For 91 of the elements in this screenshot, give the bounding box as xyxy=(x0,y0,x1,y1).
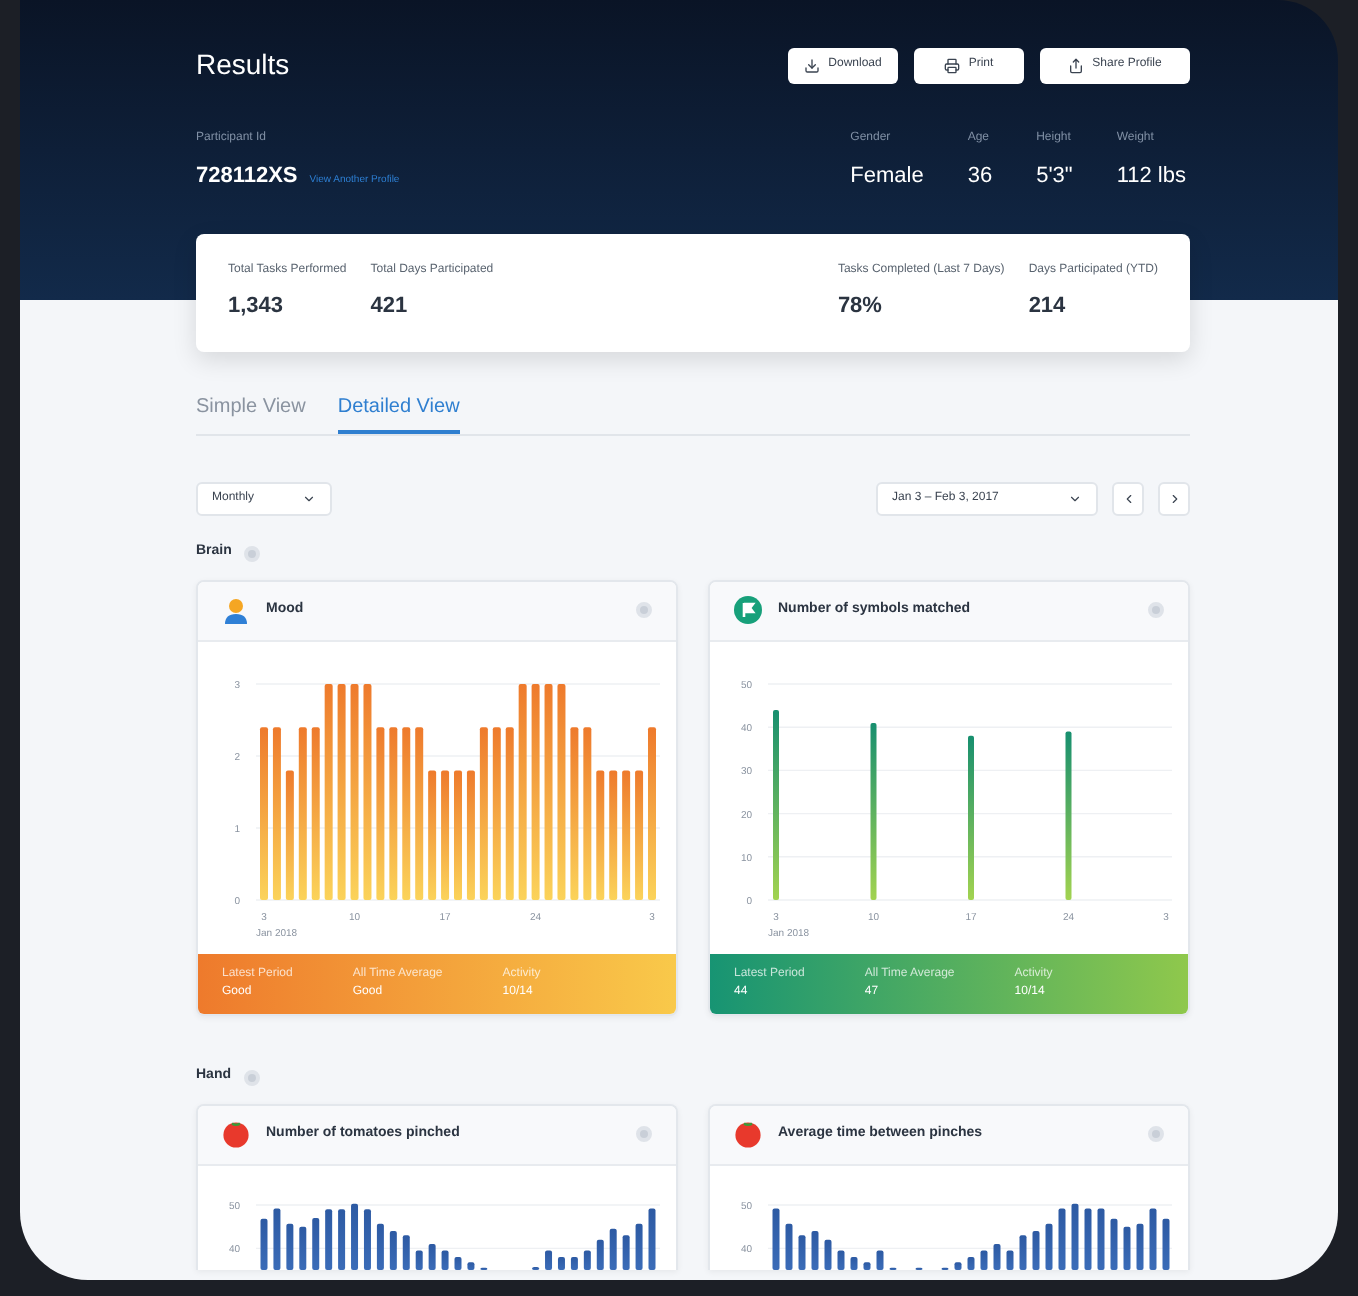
chevron-left-icon xyxy=(1121,491,1135,505)
stat-value: 78% xyxy=(837,291,884,322)
participant-id: 728112XS xyxy=(196,162,298,192)
chart-bar xyxy=(1084,1207,1092,1269)
person-icon xyxy=(222,596,250,624)
chart-bar xyxy=(635,1222,643,1269)
info-icon[interactable] xyxy=(243,1069,259,1085)
chart-bar xyxy=(570,1256,578,1269)
chart-bar xyxy=(596,769,605,899)
chart-bar xyxy=(454,769,462,899)
info-icon[interactable] xyxy=(243,545,260,561)
field-value: 36 xyxy=(967,162,993,192)
chart-bar xyxy=(1045,1222,1053,1269)
chart-bar xyxy=(454,1256,462,1269)
chart-bar xyxy=(1097,1207,1105,1269)
chart-bar xyxy=(837,1249,845,1269)
chart-bar xyxy=(273,1207,281,1269)
page-title: Results xyxy=(196,46,290,84)
chart-bar xyxy=(1032,1230,1040,1269)
chart-bar xyxy=(466,769,475,899)
chart-bar xyxy=(545,1249,553,1269)
chart-bar xyxy=(1058,1207,1066,1269)
chart-bar xyxy=(1071,1202,1079,1269)
chart-bar xyxy=(389,1230,397,1269)
chart-bar xyxy=(441,769,450,899)
chart-bar xyxy=(467,1261,475,1269)
chart-bar xyxy=(415,1249,423,1269)
chart-bar xyxy=(850,1256,858,1269)
info-icon[interactable] xyxy=(1148,602,1164,618)
chart-bar xyxy=(596,1238,604,1269)
chart-bar xyxy=(824,1238,832,1269)
chart-bar xyxy=(609,769,618,899)
tomato-icon xyxy=(734,1120,762,1148)
chart-bar xyxy=(402,1234,410,1269)
stat-value: 1,343 xyxy=(228,291,286,322)
chart-bar xyxy=(622,1234,630,1269)
chart-bar xyxy=(967,1256,975,1269)
chart-bar xyxy=(785,1222,793,1269)
chart-bar xyxy=(980,1249,988,1269)
stat-value: 421 xyxy=(370,291,410,322)
chart-bar xyxy=(338,1208,346,1269)
chart-bar xyxy=(1149,1207,1157,1269)
stat-value: 214 xyxy=(1028,291,1068,322)
chart-bar xyxy=(1123,1225,1131,1269)
info-icon[interactable] xyxy=(636,602,652,618)
chevron-right-icon xyxy=(1167,491,1181,505)
field-value: Female xyxy=(850,162,924,192)
upload-icon xyxy=(1068,57,1085,73)
chart-bar xyxy=(876,1249,884,1269)
chart-bar xyxy=(260,1217,268,1269)
tomato-icon xyxy=(222,1120,250,1148)
chart-bar xyxy=(772,1207,780,1269)
chevron-down-icon xyxy=(302,491,316,505)
chart-bar xyxy=(363,1208,371,1269)
chart-bar xyxy=(1110,1217,1118,1269)
flag-icon xyxy=(734,596,762,624)
chart-bar xyxy=(648,1207,656,1269)
chart-bar xyxy=(583,1249,591,1269)
previous-button[interactable] xyxy=(1112,481,1144,515)
field-value: 112 lbs xyxy=(1116,162,1186,192)
chart-bar xyxy=(376,1222,384,1269)
chart-bar xyxy=(993,1243,1001,1269)
chart-bar xyxy=(1136,1222,1144,1269)
chevron-down-icon xyxy=(1068,491,1082,505)
chart-bar xyxy=(863,1261,871,1269)
chart-bar xyxy=(312,1217,320,1269)
chart-bar xyxy=(286,1222,294,1269)
chart-bar xyxy=(798,1234,806,1269)
chart-bar xyxy=(428,1243,436,1269)
info-icon[interactable] xyxy=(1148,1126,1164,1142)
chart-bar xyxy=(1006,1249,1014,1269)
chart-bar xyxy=(609,1227,617,1269)
chart-bar xyxy=(635,769,644,899)
chart-bar xyxy=(557,1256,565,1269)
chart-bar xyxy=(299,1225,307,1269)
printer-icon xyxy=(944,57,961,73)
next-button[interactable] xyxy=(1158,481,1190,515)
chart-bar xyxy=(325,1208,333,1269)
info-icon[interactable] xyxy=(636,1126,652,1142)
chart-bar xyxy=(622,769,631,899)
chart-bar xyxy=(428,769,437,899)
chart-bar xyxy=(351,1202,359,1269)
view-tab[interactable]: Detailed View xyxy=(337,391,460,433)
field-value: 5'3" xyxy=(1036,162,1073,192)
chart-bar xyxy=(954,1261,962,1269)
chart-bar xyxy=(1162,1217,1170,1269)
download-icon xyxy=(804,57,821,73)
chart-bar xyxy=(285,769,294,899)
chart-bar xyxy=(441,1249,449,1269)
chart-bar xyxy=(1019,1234,1027,1269)
chart-bar xyxy=(811,1230,819,1269)
